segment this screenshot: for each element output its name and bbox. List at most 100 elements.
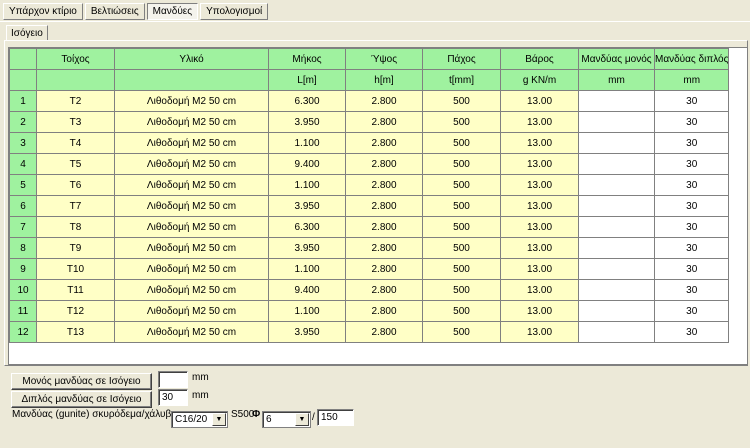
table-row[interactable]: 11 T12 Λιθοδομή M2 50 cm 1.100 2.800 500 13.00… — [9, 300, 730, 322]
bar-diameter-select[interactable]: 6 ▼ — [262, 411, 311, 428]
thickness-cell[interactable]: 500 — [422, 153, 501, 175]
chevron-down-icon[interactable]: ▼ — [295, 413, 309, 426]
wall-cell[interactable]: T9 — [36, 237, 115, 259]
length-cell[interactable]: 3.950 — [268, 237, 346, 259]
height-cell[interactable]: 2.800 — [345, 258, 423, 280]
height-cell[interactable]: 2.800 — [345, 300, 423, 322]
concrete-select[interactable]: C16/20 ▼ — [171, 411, 228, 428]
tab-calculations[interactable]: Υπολογισμοί — [200, 3, 269, 20]
single-jacket-input[interactable] — [158, 371, 188, 388]
thickness-cell[interactable]: 500 — [422, 216, 501, 238]
tab-existing-building[interactable]: Υπάρχον κτίριο — [3, 3, 83, 20]
material-cell[interactable]: Λιθοδομή M2 50 cm — [114, 279, 269, 301]
material-cell[interactable]: Λιθοδομή M2 50 cm — [114, 132, 269, 154]
row-number-cell[interactable]: 6 — [9, 195, 37, 217]
weight-cell[interactable]: 13.00 — [500, 132, 579, 154]
double-jacket-cell[interactable]: 30 — [653, 258, 730, 280]
thickness-cell[interactable]: 500 — [422, 132, 501, 154]
double-jacket-cell[interactable]: 30 — [653, 216, 730, 238]
double-jacket-input[interactable]: 30 — [158, 389, 188, 406]
tab-ground-floor[interactable]: Ισόγειο — [6, 25, 48, 41]
height-cell[interactable]: 2.800 — [345, 237, 423, 259]
weight-cell[interactable]: 13.00 — [500, 237, 579, 259]
thickness-cell[interactable]: 500 — [422, 174, 501, 196]
height-cell[interactable]: 2.800 — [345, 132, 423, 154]
single-jacket-cell[interactable] — [578, 153, 655, 175]
wall-cell[interactable]: T13 — [36, 321, 115, 343]
row-number-cell[interactable]: 12 — [9, 321, 37, 343]
table-row[interactable]: 4 T5 Λιθοδομή M2 50 cm 9.400 2.800 500 13.00 30 — [9, 153, 730, 175]
thickness-cell[interactable]: 500 — [422, 90, 501, 112]
weight-cell[interactable]: 13.00 — [500, 258, 579, 280]
chevron-down-icon[interactable]: ▼ — [212, 413, 226, 426]
table-row[interactable]: 1 T2 Λιθοδομή M2 50 cm 6.300 2.800 500 13.00 30 — [9, 90, 730, 112]
double-jacket-cell[interactable]: 30 — [653, 174, 730, 196]
row-number-cell[interactable]: 3 — [9, 132, 37, 154]
thickness-cell[interactable]: 500 — [422, 279, 501, 301]
single-jacket-cell[interactable] — [578, 195, 655, 217]
table-row[interactable]: 7 T8 Λιθοδομή M2 50 cm 6.300 2.800 500 13.00 30 — [9, 216, 730, 238]
table-row[interactable]: 12 T13 Λιθοδομή M2 50 cm 3.950 2.800 500 13.00… — [9, 321, 730, 343]
wall-cell[interactable]: T10 — [36, 258, 115, 280]
length-cell[interactable]: 3.950 — [268, 195, 346, 217]
weight-cell[interactable]: 13.00 — [500, 321, 579, 343]
wall-cell[interactable]: T2 — [36, 90, 115, 112]
height-cell[interactable]: 2.800 — [345, 153, 423, 175]
height-cell[interactable]: 2.800 — [345, 195, 423, 217]
material-cell[interactable]: Λιθοδομή M2 50 cm — [114, 216, 269, 238]
walls-grid[interactable]: Τοίχος Υλικό Μήκος Ύψος Πάχος Βάρος Μανδ… — [8, 47, 748, 365]
thickness-cell[interactable]: 500 — [422, 237, 501, 259]
single-jacket-cell[interactable] — [578, 132, 655, 154]
row-number-cell[interactable]: 8 — [9, 237, 37, 259]
material-cell[interactable]: Λιθοδομή M2 50 cm — [114, 174, 269, 196]
table-row[interactable]: 6 T7 Λιθοδομή M2 50 cm 3.950 2.800 500 13.00 30 — [9, 195, 730, 217]
single-jacket-cell[interactable] — [578, 279, 655, 301]
length-cell[interactable]: 1.100 — [268, 300, 346, 322]
length-cell[interactable]: 1.100 — [268, 132, 346, 154]
weight-cell[interactable]: 13.00 — [500, 153, 579, 175]
table-row[interactable]: 3 T4 Λιθοδομή M2 50 cm 1.100 2.800 500 13.00 30 — [9, 132, 730, 154]
thickness-cell[interactable]: 500 — [422, 195, 501, 217]
thickness-cell[interactable]: 500 — [422, 321, 501, 343]
wall-cell[interactable]: T12 — [36, 300, 115, 322]
length-cell[interactable]: 1.100 — [268, 258, 346, 280]
weight-cell[interactable]: 13.00 — [500, 195, 579, 217]
height-cell[interactable]: 2.800 — [345, 279, 423, 301]
table-row[interactable]: 9 T10 Λιθοδομή M2 50 cm 1.100 2.800 500 13.00 3… — [9, 258, 730, 280]
length-cell[interactable]: 6.300 — [268, 216, 346, 238]
material-cell[interactable]: Λιθοδομή M2 50 cm — [114, 195, 269, 217]
tab-jackets[interactable]: Μανδύες — [146, 3, 199, 20]
single-jacket-cell[interactable] — [578, 174, 655, 196]
double-jacket-cell[interactable]: 30 — [653, 321, 730, 343]
weight-cell[interactable]: 13.00 — [500, 111, 579, 133]
double-jacket-cell[interactable]: 30 — [653, 132, 730, 154]
thickness-cell[interactable]: 500 — [422, 258, 501, 280]
tab-improvements[interactable]: Βελτιώσεις — [84, 3, 145, 20]
thickness-cell[interactable]: 500 — [422, 300, 501, 322]
wall-cell[interactable]: T5 — [36, 153, 115, 175]
table-row[interactable]: 5 T6 Λιθοδομή M2 50 cm 1.100 2.800 500 13.00 30 — [9, 174, 730, 196]
wall-cell[interactable]: T6 — [36, 174, 115, 196]
double-jacket-cell[interactable]: 30 — [653, 153, 730, 175]
wall-cell[interactable]: T8 — [36, 216, 115, 238]
material-cell[interactable]: Λιθοδομή M2 50 cm — [114, 90, 269, 112]
single-jacket-button[interactable]: Μονός μανδύας σε Ισόγειο — [11, 373, 152, 390]
row-number-cell[interactable]: 1 — [9, 90, 37, 112]
wall-cell[interactable]: T4 — [36, 132, 115, 154]
weight-cell[interactable]: 13.00 — [500, 300, 579, 322]
table-row[interactable]: 10 T11 Λιθοδομή M2 50 cm 9.400 2.800 500 13.00… — [9, 279, 730, 301]
material-cell[interactable]: Λιθοδομή M2 50 cm — [114, 300, 269, 322]
row-number-cell[interactable]: 7 — [9, 216, 37, 238]
single-jacket-cell[interactable] — [578, 237, 655, 259]
material-cell[interactable]: Λιθοδομή M2 50 cm — [114, 153, 269, 175]
weight-cell[interactable]: 13.00 — [500, 174, 579, 196]
double-jacket-cell[interactable]: 30 — [653, 237, 730, 259]
double-jacket-button[interactable]: Διπλός μανδύας σε Ισόγειο — [11, 391, 152, 408]
height-cell[interactable]: 2.800 — [345, 174, 423, 196]
single-jacket-cell[interactable] — [578, 258, 655, 280]
row-number-cell[interactable]: 10 — [9, 279, 37, 301]
weight-cell[interactable]: 13.00 — [500, 216, 579, 238]
single-jacket-cell[interactable] — [578, 111, 655, 133]
length-cell[interactable]: 3.950 — [268, 111, 346, 133]
double-jacket-cell[interactable]: 30 — [653, 195, 730, 217]
